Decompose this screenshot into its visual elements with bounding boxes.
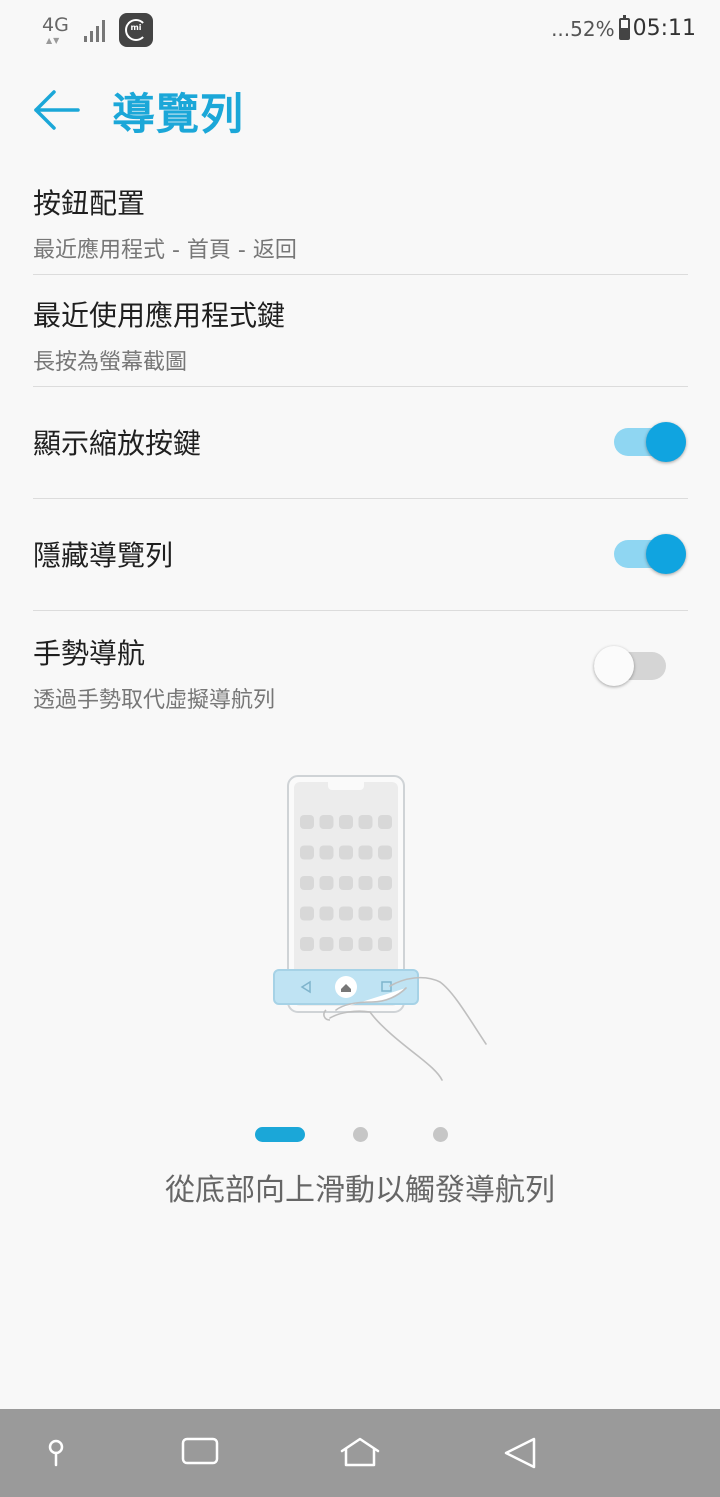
app-bar: 導覽列 (0, 70, 720, 150)
divider (33, 498, 688, 499)
pin-icon[interactable] (34, 1431, 78, 1475)
hide-nav-toggle[interactable] (614, 532, 686, 576)
status-bar: 4G ▲▼ mi ...52% 05:11 (0, 0, 720, 62)
setting-button-layout[interactable]: 按鈕配置 最近應用程式 - 首頁 - 返回 (33, 182, 688, 264)
divider (33, 386, 688, 387)
show-zoom-toggle[interactable] (614, 420, 686, 464)
setting-show-zoom[interactable]: 顯示縮放按鍵 (33, 422, 688, 462)
gesture-illustration (160, 760, 560, 1100)
setting-subtitle: 最近應用程式 - 首頁 - 返回 (33, 238, 297, 263)
mi-label: mi (130, 23, 142, 32)
battery-percent: ...52% (551, 16, 615, 41)
divider (33, 274, 688, 275)
setting-subtitle: 透過手勢取代虛擬導航列 (33, 688, 276, 713)
setting-gesture-nav[interactable]: 手勢導航 透過手勢取代虛擬導航列 (33, 632, 688, 714)
battery-icon (618, 14, 630, 40)
data-arrows-icon: ▲▼ (46, 36, 61, 45)
page-dot-2[interactable] (353, 1127, 368, 1142)
tutorial-caption: 從底部向上滑動以觸發導航列 (165, 1173, 555, 1208)
signal-icon (84, 18, 105, 42)
setting-subtitle: 長按為螢幕截圖 (33, 350, 188, 375)
setting-title: 按鈕配置 (33, 187, 146, 220)
setting-title: 手勢導航 (33, 637, 146, 670)
divider (33, 610, 688, 611)
page-title: 導覽列 (112, 90, 244, 140)
recents-icon[interactable] (178, 1431, 222, 1475)
mi-app-icon: mi (119, 13, 153, 47)
clock: 05:11 (632, 16, 696, 41)
navigation-bar (0, 1409, 720, 1497)
setting-title: 最近使用應用程式鍵 (33, 299, 286, 332)
page-dot-1[interactable] (255, 1127, 305, 1142)
gesture-nav-toggle[interactable] (594, 644, 666, 688)
network-indicator: 4G ▲▼ (42, 12, 76, 48)
back-arrow-icon[interactable] (30, 82, 86, 138)
tutorial-pager (0, 1125, 720, 1143)
back-icon[interactable] (498, 1431, 542, 1475)
setting-hide-nav[interactable]: 隱藏導覽列 (33, 534, 688, 574)
network-type: 4G (42, 14, 69, 36)
setting-recent-key[interactable]: 最近使用應用程式鍵 長按為螢幕截圖 (33, 294, 688, 376)
page-dot-3[interactable] (433, 1127, 448, 1142)
home-icon[interactable] (338, 1431, 382, 1475)
setting-title: 顯示縮放按鍵 (33, 427, 202, 460)
setting-title: 隱藏導覽列 (33, 539, 174, 572)
